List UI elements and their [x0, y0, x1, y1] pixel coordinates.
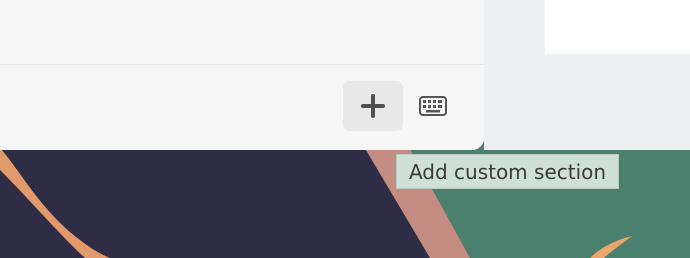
side-card [545, 0, 690, 54]
keyboard-button[interactable] [416, 94, 450, 118]
tooltip-text: Add custom section [408, 159, 607, 184]
plus-icon [361, 94, 385, 118]
content-area [0, 0, 484, 64]
add-custom-section-button[interactable] [343, 81, 403, 131]
keyboard-icon [419, 96, 447, 116]
bottom-toolbar [0, 65, 484, 150]
tooltip: Add custom section [396, 154, 619, 189]
app-window [0, 0, 484, 150]
